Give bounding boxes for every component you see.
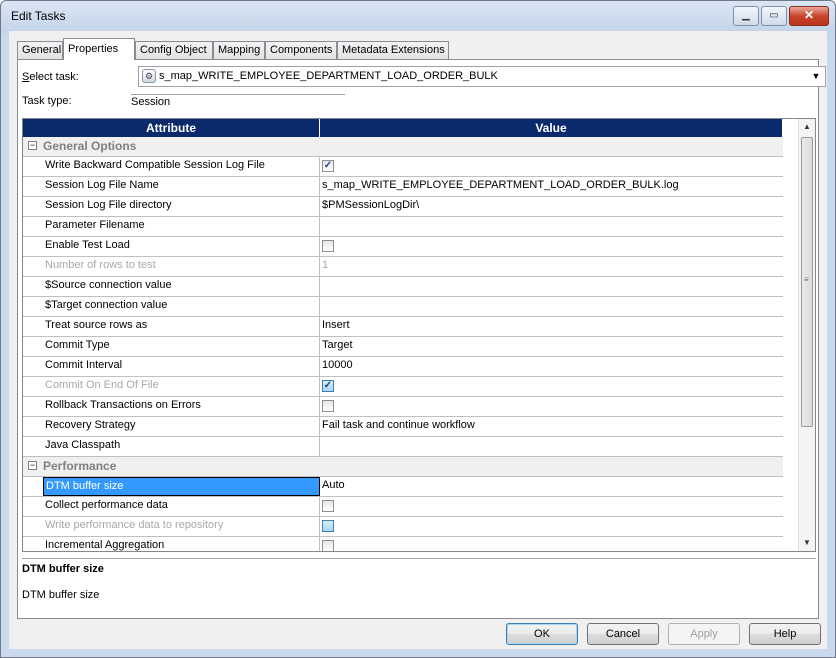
description-separator: [22, 558, 816, 559]
table-row: Write performance data to repository: [23, 517, 783, 537]
help-button[interactable]: Help: [749, 623, 821, 645]
description-text: DTM buffer size: [22, 589, 100, 601]
table-row[interactable]: Incremental Aggregation: [23, 537, 783, 551]
task-type-underline: [131, 94, 345, 95]
edit-tasks-window: Edit Tasks ▁ ▭ ✕ General Properties Conf…: [0, 0, 836, 658]
value-column-header[interactable]: Value: [320, 119, 783, 137]
grid-header: Attribute Value: [23, 119, 783, 137]
checkbox-unchecked[interactable]: [322, 400, 334, 412]
checkbox-unchecked: [322, 520, 334, 532]
tab-components[interactable]: Components: [265, 41, 337, 59]
table-row: Commit On End Of File ✓: [23, 377, 783, 397]
table-row[interactable]: Rollback Transactions on Errors: [23, 397, 783, 417]
table-row[interactable]: Treat source rows as Insert: [23, 317, 783, 337]
checkbox-checked: ✓: [322, 380, 334, 392]
tab-metadata-extensions[interactable]: Metadata Extensions: [337, 41, 449, 59]
table-row[interactable]: Session Log File Name s_map_WRITE_EMPLOY…: [23, 177, 783, 197]
table-row[interactable]: Java Classpath: [23, 437, 783, 457]
table-row[interactable]: $Target connection value: [23, 297, 783, 317]
select-task-dropdown[interactable]: ⚙ s_map_WRITE_EMPLOYEE_DEPARTMENT_LOAD_O…: [138, 66, 826, 87]
table-row[interactable]: Commit Interval 10000: [23, 357, 783, 377]
table-row[interactable]: Write Backward Compatible Session Log Fi…: [23, 157, 783, 177]
dialog-client: General Properties Config Object Mapping…: [9, 31, 827, 649]
checkbox-unchecked[interactable]: [322, 540, 334, 551]
table-row-selected[interactable]: DTM buffer size Auto: [23, 477, 783, 497]
table-row[interactable]: Commit Type Target: [23, 337, 783, 357]
select-task-label: Select task:: [22, 71, 79, 83]
cancel-button[interactable]: Cancel: [587, 623, 659, 645]
chevron-down-icon[interactable]: ▼: [809, 69, 823, 84]
task-type-label: Task type:: [22, 95, 72, 107]
collapse-icon[interactable]: −: [28, 141, 37, 150]
checkbox-unchecked[interactable]: [322, 500, 334, 512]
session-task-icon: ⚙: [142, 69, 156, 83]
checkbox-checked[interactable]: ✓: [322, 160, 334, 172]
table-row[interactable]: Recovery Strategy Fail task and continue…: [23, 417, 783, 437]
table-row[interactable]: $Source connection value: [23, 277, 783, 297]
tab-general[interactable]: General: [17, 41, 63, 59]
vertical-scrollbar[interactable]: ▲ ≡ ▼: [798, 119, 815, 551]
close-icon[interactable]: ✕: [789, 6, 829, 26]
scroll-up-icon[interactable]: ▲: [799, 119, 815, 135]
title-bar: Edit Tasks ▁ ▭ ✕: [1, 1, 835, 31]
window-title: Edit Tasks: [11, 9, 66, 23]
checkbox-unchecked[interactable]: [322, 240, 334, 252]
table-row[interactable]: Collect performance data: [23, 497, 783, 517]
ok-button[interactable]: OK: [506, 623, 578, 645]
description-title: DTM buffer size: [22, 563, 104, 575]
apply-button[interactable]: Apply: [668, 623, 740, 645]
category-performance[interactable]: − Performance: [23, 457, 783, 477]
category-general-options[interactable]: − General Options: [23, 137, 783, 157]
tab-mapping[interactable]: Mapping: [213, 41, 265, 59]
scroll-down-icon[interactable]: ▼: [799, 535, 815, 551]
scroll-thumb[interactable]: ≡: [801, 137, 813, 427]
task-type-value: Session: [131, 96, 171, 108]
maximize-icon[interactable]: ▭: [761, 6, 787, 26]
properties-panel: Select task: ⚙ s_map_WRITE_EMPLOYEE_DEPA…: [17, 59, 826, 619]
collapse-icon[interactable]: −: [28, 461, 37, 470]
table-row[interactable]: Enable Test Load: [23, 237, 783, 257]
grip-icon: ≡: [804, 275, 809, 284]
tab-config-object[interactable]: Config Object: [135, 41, 213, 59]
attributes-grid: Attribute Value − General Options Write …: [22, 118, 816, 552]
attribute-column-header[interactable]: Attribute: [23, 119, 320, 137]
table-row: Number of rows to test 1: [23, 257, 783, 277]
minimize-icon[interactable]: ▁: [733, 6, 759, 26]
select-task-value: s_map_WRITE_EMPLOYEE_DEPARTMENT_LOAD_ORD…: [159, 70, 498, 82]
table-row[interactable]: Parameter Filename: [23, 217, 783, 237]
tab-properties[interactable]: Properties: [63, 38, 135, 60]
table-row[interactable]: Session Log File directory $PMSessionLog…: [23, 197, 783, 217]
